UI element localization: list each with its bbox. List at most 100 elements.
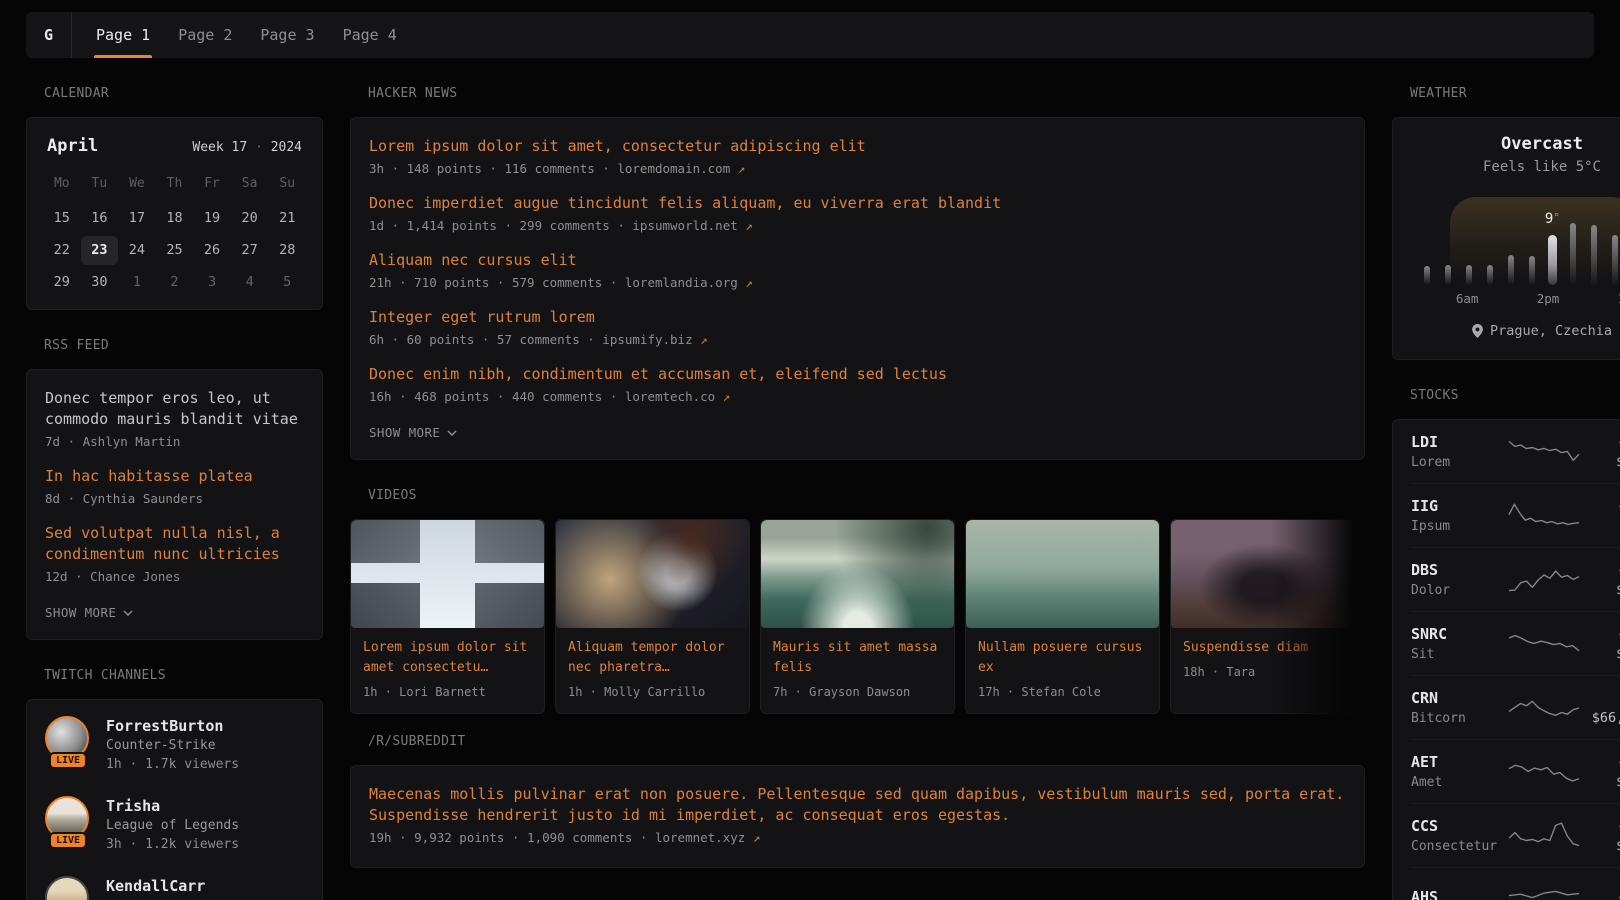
calendar-day[interactable]: 25 [156,236,194,265]
video-thumbnail[interactable] [351,520,544,628]
stock-name: Dolor [1411,581,1507,600]
stock-symbol: AHS [1411,887,1507,900]
calendar-day[interactable]: 16 [81,204,119,233]
stock-symbol: AET [1411,752,1507,773]
external-link-icon: ↗ [745,218,753,233]
calendar-day[interactable]: 24 [118,236,156,265]
calendar-day[interactable]: 27 [231,236,269,265]
calendar-day[interactable]: 19 [193,204,231,233]
stock-row[interactable]: CRNBitcorn-1.00%$66,171.48 [1411,675,1620,739]
video-card[interactable]: Nullam posuere cursus ex17h · Stefan Col… [965,519,1160,714]
twitch-channel-category: Counter-Strike [106,736,239,755]
stock-price: $795.18 [1581,453,1620,472]
calendar-day[interactable]: 20 [231,204,269,233]
rss-item-title[interactable]: Sed volutpat nulla nisl, a condimentum n… [45,523,304,565]
stock-change: +0.46% [1581,887,1620,900]
rss-item-meta: 12d · Chance Jones [45,569,304,584]
external-link-icon: ↗ [723,389,731,404]
weather-hourly-chart: 9° [1417,197,1620,285]
stock-row[interactable]: LDILorem+4.35%$795.18 [1411,420,1620,483]
stock-change: +0.51% [1581,816,1620,837]
weather-bar-slot [1521,197,1542,285]
video-card-body: Mauris sit amet massa felis7h · Grayson … [761,628,954,713]
calendar-day[interactable]: 5 [268,268,306,297]
calendar-week: Week 17 · 2024 [192,140,302,155]
calendar-grid: MoTuWeThFrSaSu15161718192021222324252627… [43,168,306,297]
subreddit-post-meta: 19h · 9,932 points · 1,090 comments · lo… [369,830,1346,845]
calendar-week-number: Week 17 [192,140,247,155]
stock-row[interactable]: AHS +0.46% [1411,867,1620,900]
calendar-day[interactable]: 30 [81,268,119,297]
hn-item-title[interactable]: Donec enim nibh, condimentum et accumsan… [369,364,1346,385]
stock-row[interactable]: AETAmet+0.92%$499.72 [1411,739,1620,803]
right-column: WEATHER Overcast Feels like 5°C 9° 6am2p… [1392,58,1620,900]
tab-page-4[interactable]: Page 4 [341,12,399,58]
calendar-day[interactable]: 26 [193,236,231,265]
video-card[interactable]: Mauris sit amet massa felis7h · Grayson … [760,519,955,714]
hn-show-more-button[interactable]: SHOW MORE [369,425,457,440]
video-card[interactable]: Suspendisse diam18h · Tara [1170,519,1365,714]
hn-item-title[interactable]: Lorem ipsum dolor sit amet, consectetur … [369,136,1346,157]
calendar-day[interactable]: 18 [156,204,194,233]
stock-change: +1.36% [1581,624,1620,645]
twitch-channel-name[interactable]: Trisha [106,796,239,816]
calendar-day[interactable]: 17 [118,204,156,233]
calendar-day[interactable]: 22 [43,236,81,265]
twitch-channel-row[interactable]: LIVETrishaLeague of Legends3h · 1.2k vie… [45,796,304,854]
calendar-day[interactable]: 21 [268,204,306,233]
video-title[interactable]: Nullam posuere cursus ex [978,638,1147,678]
stock-row[interactable]: CCSConsectetur+0.51%$165.84 [1411,803,1620,867]
rss-item-title[interactable]: In hac habitasse platea [45,466,304,487]
video-title[interactable]: Aliquam tempor dolor nec pharetra… [568,638,737,678]
rss-item-title[interactable]: Donec tempor eros leo, ut commodo mauris… [45,388,304,430]
sparkline-chart [1507,880,1581,900]
weather-bar-slot [1417,197,1438,285]
calendar-day[interactable]: 2 [156,268,194,297]
video-thumbnail[interactable] [966,520,1159,628]
weather-hour-label [1579,291,1598,307]
hn-item-title[interactable]: Integer eget rutrum lorem [369,307,1346,328]
twitch-channel-row[interactable]: LIVEForrestBurtonCounter-Strike1h · 1.7k… [45,716,304,774]
stock-row[interactable]: SNRCSit+1.36%$148.64 [1411,611,1620,675]
tab-page-1[interactable]: Page 1 [94,12,152,58]
stock-row[interactable]: IIGIpsum+2.84%$42.04 [1411,483,1620,547]
calendar-day[interactable]: 3 [193,268,231,297]
subreddit-post-title[interactable]: Maecenas mollis pulvinar erat non posuer… [369,784,1346,826]
video-card-body: Suspendisse diam18h · Tara [1171,628,1364,693]
stock-row[interactable]: DBSDolor+1.42%$156.28 [1411,547,1620,611]
hn-item-title[interactable]: Aliquam nec cursus elit [369,250,1346,271]
app-logo[interactable]: G [26,12,72,58]
rss-item-meta: 7d · Ashlyn Martin [45,434,304,449]
weather-location[interactable]: Prague, Czechia [1417,323,1620,339]
twitch-channel-name[interactable]: ForrestBurton [106,716,239,736]
calendar-day[interactable]: 28 [268,236,306,265]
video-card[interactable]: Lorem ipsum dolor sit amet consectetu…1h… [350,519,545,714]
weather-bar-slot [1584,197,1605,285]
tab-page-3[interactable]: Page 3 [258,12,316,58]
video-title[interactable]: Mauris sit amet massa felis [773,638,942,678]
twitch-channel-row[interactable]: KendallCarr [45,876,304,900]
rss-section-label: RSS FEED [44,338,323,353]
video-card[interactable]: Aliquam tempor dolor nec pharetra…1h · M… [555,519,750,714]
sparkline-chart [1507,755,1581,789]
stock-sparkline [1507,755,1581,789]
calendar-day[interactable]: 1 [118,268,156,297]
rss-show-more-button[interactable]: SHOW MORE [45,605,133,620]
calendar-day[interactable]: 4 [231,268,269,297]
weather-hour-labels: 6am2pm10pm [1417,291,1620,307]
hn-item-title[interactable]: Donec imperdiet augue tincidunt felis al… [369,193,1346,214]
video-thumbnail[interactable] [556,520,749,628]
video-title[interactable]: Lorem ipsum dolor sit amet consectetu… [363,638,532,678]
twitch-channel-name[interactable]: KendallCarr [106,876,205,896]
stock-sparkline [1507,819,1581,853]
video-title[interactable]: Suspendisse diam [1183,638,1352,658]
tab-page-2[interactable]: Page 2 [176,12,234,58]
video-thumbnail[interactable] [1171,520,1364,628]
rss-item-meta: 8d · Cynthia Saunders [45,491,304,506]
hn-item-meta: 16h · 468 points · 440 comments · loremt… [369,389,1346,404]
video-thumbnail[interactable] [761,520,954,628]
calendar-day[interactable]: 15 [43,204,81,233]
calendar-day[interactable]: 29 [43,268,81,297]
weather-hour-label [1598,291,1617,307]
calendar-day-selected[interactable]: 23 [81,236,119,265]
